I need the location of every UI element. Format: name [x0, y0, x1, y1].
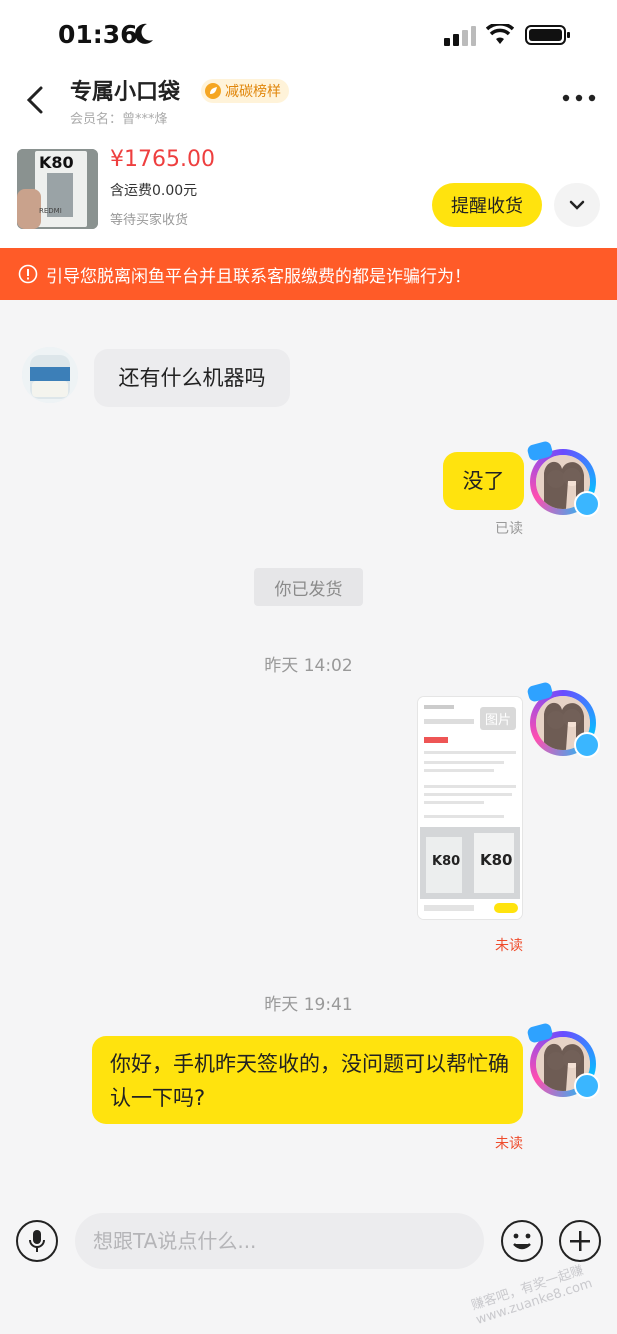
moon-icon: [135, 23, 153, 44]
timestamp: 昨天 14:02: [264, 656, 353, 676]
thumb-model: K80: [39, 153, 74, 172]
avatar-bot-icon: [574, 1073, 600, 1099]
buyer-avatar[interactable]: [22, 347, 78, 403]
voice-button[interactable]: [16, 1220, 58, 1262]
shipping-fee: 含运费0.00元: [110, 183, 198, 199]
image-label: 图片: [479, 707, 516, 730]
seller-avatar[interactable]: [526, 440, 600, 517]
more-options-icon[interactable]: [561, 90, 597, 106]
message-text: 没了: [462, 469, 505, 493]
warning-text: 引导您脱离闲鱼平台并且联系客服缴费的都是诈骗行为！: [46, 266, 471, 287]
read-status: 已读: [495, 521, 523, 537]
message-bubble-outgoing[interactable]: 没了: [443, 452, 524, 510]
timestamp: 昨天 19:41: [264, 995, 353, 1015]
emoji-button[interactable]: [501, 1220, 543, 1262]
smiley-icon: [513, 1233, 531, 1250]
message-input[interactable]: [75, 1213, 484, 1269]
message-bubble-incoming[interactable]: 还有什么机器吗: [94, 349, 290, 407]
remind-receive-button[interactable]: 提醒收货: [432, 183, 542, 227]
leaf-icon: [205, 83, 221, 99]
back-icon[interactable]: [20, 84, 52, 116]
signal-icon: [444, 26, 476, 46]
seller-avatar[interactable]: [526, 1022, 600, 1099]
order-price: ¥1765.00: [110, 147, 215, 172]
member-name: 会员名：曾***烽: [70, 112, 168, 127]
expand-order-button[interactable]: [554, 183, 600, 227]
avatar-bot-icon: [574, 491, 600, 517]
message-text: 还有什么机器吗: [118, 366, 266, 390]
message-bubble-outgoing[interactable]: 你好，手机昨天签收的，没问题可以帮忙确认一下吗?: [92, 1036, 523, 1124]
microphone-icon: [29, 1230, 45, 1252]
avatar-bot-icon: [574, 732, 600, 758]
battery-icon: [525, 25, 570, 45]
warning-icon: [18, 264, 38, 284]
message-text: 你好，手机昨天签收的，没问题可以帮忙确认一下吗?: [110, 1052, 509, 1110]
fraud-warning-banner: 引导您脱离闲鱼平台并且联系客服缴费的都是诈骗行为！: [0, 248, 617, 300]
chat-title: 专属小口袋: [70, 80, 181, 105]
system-message: 你已发货: [254, 568, 363, 606]
unread-status: 未读: [495, 1136, 523, 1152]
seller-avatar[interactable]: [526, 681, 600, 758]
carbon-badge[interactable]: 减碳榜样: [201, 79, 289, 103]
watermark: 赚客吧，有奖一起赚 www.zuanke8.com: [469, 1263, 595, 1328]
unread-status: 未读: [495, 938, 523, 954]
thumb-brand: REDMI: [39, 207, 62, 215]
image-message[interactable]: K80 K80 图片: [418, 697, 522, 919]
svg-text:K80: K80: [432, 854, 460, 869]
badge-label: 减碳榜样: [225, 84, 281, 100]
status-time: 01:36: [58, 20, 138, 49]
svg-text:K80: K80: [480, 851, 513, 869]
order-status: 等待买家收货: [110, 213, 189, 228]
chevron-down-icon: [569, 200, 585, 210]
wifi-icon: [486, 24, 514, 44]
product-thumbnail[interactable]: K80 REDMI: [17, 149, 98, 229]
